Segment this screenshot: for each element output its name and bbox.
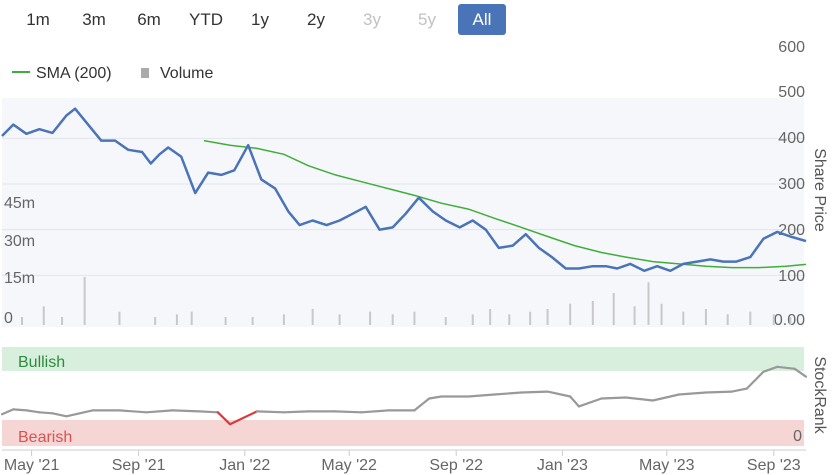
volume-bar	[749, 311, 752, 325]
volume-tick-0: 0	[4, 310, 13, 327]
stockrank-segment	[38, 411, 54, 415]
volume-tick-30m: 30m	[4, 233, 35, 250]
price-tick-600: 600	[778, 39, 805, 56]
volume-bar	[190, 311, 193, 325]
volume-bar	[154, 317, 157, 325]
bearish-label: Bearish	[18, 429, 72, 446]
price-plot-area	[2, 98, 804, 327]
volume-bar	[529, 311, 532, 325]
volume-bar	[569, 303, 572, 325]
volume-bar	[61, 317, 64, 325]
price-tick-500: 500	[778, 84, 805, 101]
stockrank-segment	[600, 396, 628, 400]
volume-bar	[704, 309, 707, 325]
volume-tick-15m: 15m	[4, 270, 35, 287]
x-tick-label: Sep '21	[112, 457, 166, 474]
legend-volume-label: Volume	[160, 65, 213, 82]
volume-bar	[772, 314, 775, 325]
volume-tick-45m: 45m	[4, 195, 35, 212]
stockrank-plot-area	[2, 371, 804, 420]
volume-bar	[21, 317, 24, 325]
volume-bar	[471, 314, 474, 325]
bullish-label: Bullish	[18, 354, 65, 371]
stockrank-segment	[704, 390, 734, 394]
volume-bar	[282, 314, 285, 325]
volume-bar	[633, 306, 636, 325]
volume-bar	[391, 314, 394, 325]
volume-bar	[83, 277, 86, 325]
volume-bar	[682, 311, 685, 325]
volume-bar	[591, 301, 594, 325]
legend: SMA (200) Volume	[12, 65, 213, 82]
volume-bar	[42, 306, 45, 325]
volume-bar	[546, 309, 549, 325]
volume-bar	[612, 293, 615, 325]
volume-bar	[338, 314, 341, 325]
bullish-band	[2, 347, 804, 371]
volume-bar	[647, 282, 650, 325]
legend-volume-swatch	[141, 68, 149, 78]
x-tick-label: Jan '23	[537, 457, 588, 474]
stock-chart: 600 500 400 300 200 100 0.00 45m 30m 15m…	[0, 39, 828, 474]
bearish-band	[2, 420, 804, 446]
stockrank-segment	[334, 410, 363, 414]
stockrank-segment	[12, 408, 28, 412]
volume-bar	[444, 317, 447, 325]
x-axis-ticks: May '21 Sep '21 Jan '22 May '22 Sep '22 Jan '…	[4, 450, 801, 474]
volume-bar	[789, 317, 792, 325]
price-tick-100: 100	[778, 268, 805, 285]
stockrank-segment	[171, 409, 201, 413]
price-tick-400: 400	[778, 130, 805, 147]
stockrank-segment	[520, 390, 549, 394]
stockrank-segment	[255, 410, 285, 414]
x-tick-label: May '21	[4, 457, 60, 474]
volume-bar	[726, 314, 729, 325]
volume-bar	[489, 309, 492, 325]
volume-bar	[369, 311, 372, 325]
stockrank-axis-title: StockRank	[811, 356, 828, 434]
volume-bar	[508, 314, 511, 325]
stockrank-segment	[282, 410, 310, 414]
stockrank-tick-0: 0	[793, 428, 802, 445]
volume-bar	[413, 311, 416, 325]
volume-bar	[224, 317, 227, 325]
legend-sma-label: SMA (200)	[36, 65, 112, 82]
volume-bar	[175, 314, 178, 325]
x-tick-label: Jan '22	[219, 457, 270, 474]
volume-bar	[251, 317, 254, 325]
x-tick-label: May '23	[639, 457, 695, 474]
volume-bar	[311, 309, 314, 325]
share-price-axis-title: Share Price	[811, 148, 828, 232]
volume-bar	[118, 311, 121, 325]
volume-bar	[660, 303, 663, 325]
price-tick-300: 300	[778, 176, 805, 193]
x-tick-label: Sep '23	[747, 457, 801, 474]
x-tick-label: May '22	[321, 457, 377, 474]
x-tick-label: Sep '22	[429, 457, 483, 474]
stockrank-segment	[198, 410, 219, 414]
